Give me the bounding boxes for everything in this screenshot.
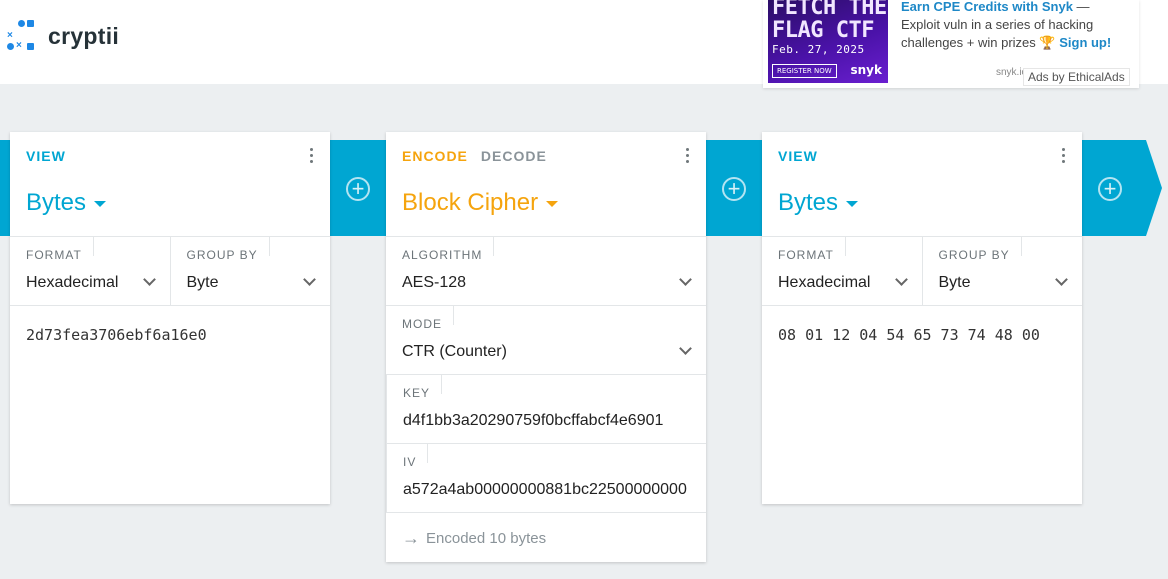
key-field[interactable]: KEY d4f1bb3a20290759f0bcffabcf4e6901 xyxy=(386,374,706,443)
app-name: cryptii xyxy=(48,22,120,49)
cryptii-logo-icon: × × xyxy=(6,20,40,52)
algorithm-select[interactable]: ALGORITHM AES-128 xyxy=(386,236,706,306)
card-header: ENCODE DECODE Block Cipher xyxy=(386,132,706,236)
ads-by-ethicalads[interactable]: Ads by EthicalAds xyxy=(1023,68,1130,86)
group-by-label: GROUP BY xyxy=(938,236,1022,262)
brick-title: Bytes xyxy=(778,189,839,216)
mode-select[interactable]: MODE CTR (Counter) xyxy=(386,305,706,374)
view-bytes-card-output: VIEW Bytes FORMAT Hexadecimal GROUP BY B… xyxy=(762,132,1082,504)
group-by-select[interactable]: GROUP BY Byte xyxy=(169,236,331,306)
pipeline-connector xyxy=(0,140,10,236)
format-label: FORMAT xyxy=(26,236,94,262)
brick-selector[interactable]: Bytes xyxy=(778,189,859,217)
format-label: FORMAT xyxy=(778,236,846,262)
caret-down-icon xyxy=(846,201,859,207)
card-header: VIEW Bytes xyxy=(762,132,1082,236)
key-label: KEY xyxy=(403,374,443,400)
ad-text[interactable]: Earn CPE Credits with Snyk — Exploit vul… xyxy=(901,0,1131,52)
format-value: Hexadecimal xyxy=(26,274,119,291)
card-header: VIEW Bytes xyxy=(10,132,330,236)
format-select[interactable]: FORMAT Hexadecimal xyxy=(762,236,922,306)
group-by-label: GROUP BY xyxy=(186,236,270,262)
key-value[interactable]: d4f1bb3a20290759f0bcffabcf4e6901 xyxy=(403,412,663,430)
ad-image-brand: snyk xyxy=(850,63,883,77)
bytes-input-content[interactable]: 2d73fea3706ebf6a16e0 xyxy=(10,305,330,364)
cryptii-logo[interactable]: × × cryptii xyxy=(6,20,119,52)
iv-field[interactable]: IV a572a4ab00000000881bc22500000000 xyxy=(386,443,706,512)
arrow-right-icon: → xyxy=(402,528,420,548)
format-value: Hexadecimal xyxy=(778,274,871,291)
ad-image-title: FETCH THE FLAG CTF xyxy=(772,0,887,43)
chevron-down-icon xyxy=(1055,273,1068,286)
format-select[interactable]: FORMAT Hexadecimal xyxy=(10,236,170,306)
brick-title: Bytes xyxy=(26,189,87,216)
chevron-down-icon xyxy=(679,273,692,286)
mode-label: MODE xyxy=(402,305,454,331)
group-by-select[interactable]: GROUP BY Byte xyxy=(921,236,1083,306)
iv-label: IV xyxy=(403,443,430,469)
view-bytes-card-input: VIEW Bytes FORMAT Hexadecimal GROUP BY B… xyxy=(10,132,330,504)
caret-down-icon xyxy=(94,201,107,207)
sponsored-ad[interactable]: FETCH THE FLAG CTF Feb. 27, 2025 REGISTE… xyxy=(763,0,1139,88)
ad-signup-link[interactable]: Sign up! xyxy=(1059,35,1111,50)
brick-selector[interactable]: Block Cipher xyxy=(402,189,559,217)
ad-image-register: REGISTER NOW xyxy=(772,64,837,78)
add-brick-icon[interactable]: + xyxy=(346,177,370,201)
more-options-icon[interactable] xyxy=(686,148,690,163)
encode-status: → Encoded 10 bytes xyxy=(386,512,706,562)
tab-decode[interactable]: DECODE xyxy=(481,148,547,164)
bytes-output-content[interactable]: 08 01 12 04 54 65 73 74 48 00 xyxy=(762,305,1082,364)
pipeline-connector: + xyxy=(1082,140,1162,236)
trophy-icon: 🏆 xyxy=(1039,35,1056,50)
ad-image-date: Feb. 27, 2025 xyxy=(772,43,865,56)
algorithm-label: ALGORITHM xyxy=(402,236,495,262)
add-brick-icon[interactable]: + xyxy=(722,177,746,201)
caret-down-icon xyxy=(546,201,559,207)
block-cipher-card: ENCODE DECODE Block Cipher ALGORITHM AES… xyxy=(386,132,706,562)
more-options-icon[interactable] xyxy=(1062,148,1066,163)
ad-headline[interactable]: Earn CPE Credits with Snyk xyxy=(901,0,1073,14)
add-brick-icon[interactable]: + xyxy=(1098,177,1122,201)
chevron-down-icon xyxy=(679,342,692,355)
ad-image[interactable]: FETCH THE FLAG CTF Feb. 27, 2025 REGISTE… xyxy=(768,0,888,83)
tab-view[interactable]: VIEW xyxy=(26,148,66,164)
more-options-icon[interactable] xyxy=(310,148,314,163)
chevron-down-icon xyxy=(894,273,908,286)
iv-value[interactable]: a572a4ab00000000881bc22500000000 xyxy=(403,481,687,499)
tab-encode[interactable]: ENCODE xyxy=(402,148,468,164)
pipeline-connector: + xyxy=(330,140,386,236)
pipeline-connector: + xyxy=(706,140,762,236)
algorithm-value: AES-128 xyxy=(402,274,467,291)
chevron-down-icon xyxy=(142,273,156,286)
tab-view[interactable]: VIEW xyxy=(778,148,818,164)
brick-selector[interactable]: Bytes xyxy=(26,189,107,217)
status-text: Encoded 10 bytes xyxy=(426,530,547,547)
group-by-value: Byte xyxy=(938,274,971,291)
chevron-down-icon xyxy=(303,273,316,286)
group-by-value: Byte xyxy=(186,274,219,291)
brick-title: Block Cipher xyxy=(402,189,539,216)
mode-value: CTR (Counter) xyxy=(402,343,507,360)
